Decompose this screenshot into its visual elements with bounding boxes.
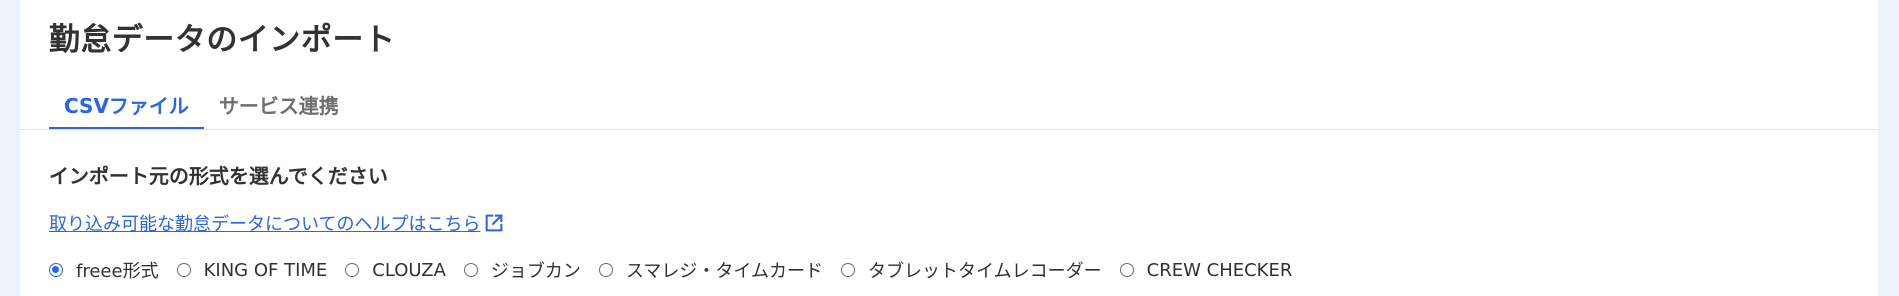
section-heading: インポート元の形式を選んでください — [49, 164, 388, 188]
format-radio-group: freee形式 KING OF TIME CLOUZA ジョブカン スマレジ・タ… — [49, 257, 1310, 283]
format-option-label: CREW CHECKER — [1146, 259, 1293, 281]
format-option-label: CLOUZA — [372, 259, 446, 281]
format-option-jobcan[interactable]: ジョブカン — [463, 257, 581, 283]
radio-button[interactable] — [176, 263, 191, 277]
format-option-label: ジョブカン — [490, 261, 581, 282]
format-option-freee[interactable]: freee形式 — [49, 257, 159, 283]
external-link-icon — [483, 212, 505, 234]
format-option-smaregi-timecard[interactable]: スマレジ・タイムカード — [598, 257, 824, 283]
page-title: 勤怠データのインポート — [49, 22, 396, 58]
format-option-king-of-time[interactable]: KING OF TIME — [176, 259, 328, 281]
radio-button[interactable] — [345, 263, 360, 277]
radio-button[interactable] — [463, 263, 478, 277]
format-option-label: freee形式 — [76, 261, 159, 282]
format-option-tablet-time-recorder[interactable]: タブレットタイムレコーダー — [841, 257, 1102, 283]
format-option-label: スマレジ・タイムカード — [625, 261, 824, 282]
help-link[interactable]: 取り込み可能な勤怠データについてのヘルプはこちら — [49, 210, 505, 236]
radio-button-checked[interactable] — [49, 263, 63, 277]
help-link-label: 取り込み可能な勤怠データについてのヘルプはこちら — [49, 214, 481, 235]
import-tabs: CSVファイル サービス連携 — [49, 88, 354, 130]
format-option-clouza[interactable]: CLOUZA — [345, 260, 446, 281]
tab-divider — [20, 129, 1878, 130]
radio-button[interactable] — [841, 263, 856, 277]
radio-button[interactable] — [598, 263, 613, 277]
format-option-crew-checker[interactable]: CREW CHECKER — [1119, 259, 1293, 281]
tab-service-integration[interactable]: サービス連携 — [204, 88, 354, 130]
tab-csv-file[interactable]: CSVファイル — [49, 88, 204, 130]
main-panel: 勤怠データのインポート CSVファイル サービス連携 インポート元の形式を選んで… — [20, 0, 1878, 296]
format-option-label: KING OF TIME — [203, 259, 328, 281]
format-option-label: タブレットタイムレコーダー — [868, 261, 1102, 282]
radio-button[interactable] — [1119, 263, 1134, 277]
right-margin — [1878, 0, 1899, 296]
